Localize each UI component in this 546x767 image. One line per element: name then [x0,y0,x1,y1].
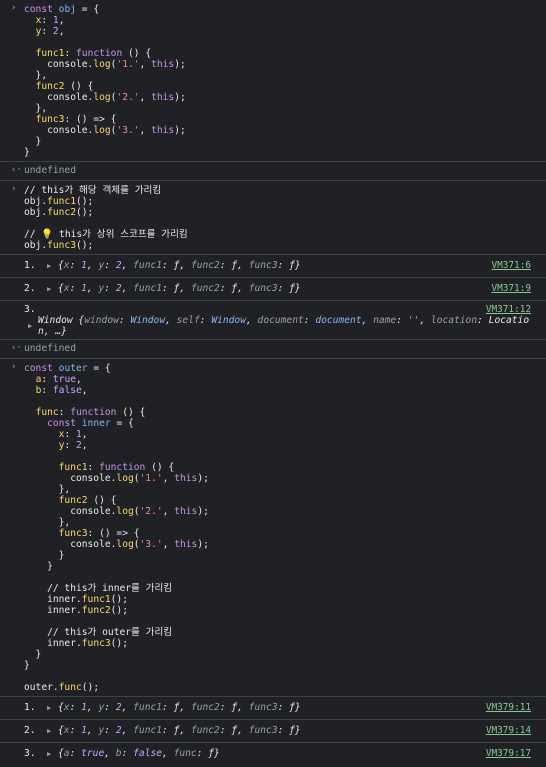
code-line: } [24,136,42,147]
code-line: // this가 outer를 가리킴 [24,627,173,638]
code-line: x: 1, [58,429,88,440]
console-log-entry[interactable]: 1. ▶ {x: 1, y: 2, func1: ƒ, func2: ƒ, fu… [0,255,546,278]
code-line: console.log('1.', this); [24,473,209,484]
log-object-preview[interactable]: {x: 1, y: 2, func1: ƒ, func2: ƒ, func3: … [58,697,301,719]
prompt-chevron-icon: › [11,3,17,13]
code-line: func1: function () { [35,48,152,59]
source-link[interactable]: VM371:12 [486,304,531,315]
code-line: }, [24,70,48,81]
devtools-console: › const obj = { x: 1, y: 2, func1: funct… [0,0,546,767]
log-label: 3. [24,304,36,315]
code-line: func1: function () { [58,462,175,473]
log-object-preview[interactable]: {x: 1, y: 2, func1: ƒ, func2: ƒ, func3: … [58,278,301,300]
code-line: const obj = { [24,4,100,15]
code-block-obj-definition[interactable]: const obj = { x: 1, y: 2, func1: functio… [24,4,546,158]
expand-triangle-icon[interactable]: ▶ [47,743,51,765]
log-label: 3. [24,748,36,759]
console-result-entry: ‹· undefined [0,340,546,359]
code-line: func: function () { [35,407,146,418]
code-line: const inner = { [47,418,134,429]
code-line: } [24,147,30,158]
code-line: outer.func(); [24,682,100,693]
code-block-obj-calls[interactable]: // this가 해당 객체를 가리킴 obj.func1(); obj.func2… [24,185,546,251]
prompt-chevron-icon: › [11,184,17,194]
source-link[interactable]: VM379:14 [486,720,531,742]
log-label: 1. [24,260,36,271]
code-line: obj.func3(); [24,240,94,251]
console-result-entry: ‹· undefined [0,162,546,181]
code-line: } [24,649,42,660]
console-log-entry[interactable]: 1. ▶ {x: 1, y: 2, func1: ƒ, func2: ƒ, fu… [0,697,546,720]
console-log-entry[interactable]: 3. ▶ {a: true, b: false, func: ƒ} VM379:… [0,743,546,765]
code-line: }, [24,103,48,114]
return-arrow-icon: ‹· [11,165,22,175]
code-line: y: 2, [58,440,88,451]
log-label: 1. [24,702,36,713]
code-line: a: true, [35,374,82,385]
expand-triangle-icon[interactable]: ▶ [47,720,51,742]
code-line: obj.func2(); [24,207,94,218]
code-line: obj.func1(); [24,196,94,207]
code-line: } [24,660,30,671]
code-line: x: 1, [35,15,65,26]
log-object-preview[interactable]: {x: 1, y: 2, func1: ƒ, func2: ƒ, func3: … [58,255,301,277]
expand-triangle-icon[interactable]: ▶ [47,697,51,719]
console-input-entry[interactable]: › // this가 해당 객체를 가리킴 obj.func1(); obj.fun… [0,181,546,255]
source-link[interactable]: VM371:6 [491,255,531,277]
code-line: console.log('3.', this); [24,125,186,136]
code-line: }, [24,517,71,528]
code-line: // this가 inner를 가리킴 [24,583,173,594]
return-arrow-icon: ‹· [11,343,22,353]
code-line: }, [24,484,71,495]
code-line: const outer = { [24,363,111,374]
console-input-entry[interactable]: › const obj = { x: 1, y: 2, func1: funct… [0,0,546,162]
source-link[interactable]: VM379:17 [486,743,531,765]
code-line: func2 () { [58,495,117,506]
code-line: console.log('2.', this); [24,92,186,103]
console-input-entry[interactable]: › const outer = { a: true, b: false, fun… [0,359,546,697]
log-object-preview[interactable]: {x: 1, y: 2, func1: ƒ, func2: ƒ, func3: … [58,720,301,742]
source-link[interactable]: VM379:11 [486,697,531,719]
code-line: // this가 해당 객체를 가리킴 [24,185,162,196]
expand-triangle-icon[interactable]: ▶ [28,322,32,330]
code-line: console.log('3.', this); [24,539,209,550]
code-line: } [24,561,53,572]
code-block-outer-definition[interactable]: const outer = { a: true, b: false, func:… [24,363,546,693]
code-line: func3: () => { [58,528,140,539]
console-log-entry[interactable]: 2. ▶ {x: 1, y: 2, func1: ƒ, func2: ƒ, fu… [0,278,546,301]
return-value-undefined: undefined [24,165,76,176]
code-line: inner.func2(); [24,605,128,616]
return-value-undefined: undefined [24,343,76,354]
source-link[interactable]: VM371:9 [491,278,531,300]
code-line: func3: () => { [35,114,117,125]
prompt-chevron-icon: › [11,362,17,372]
code-line: console.log('2.', this); [24,506,209,517]
code-line: inner.func1(); [24,594,128,605]
log-label: 2. [24,725,36,736]
code-line: } [24,550,65,561]
console-log-entry[interactable]: 2. ▶ {x: 1, y: 2, func1: ƒ, func2: ƒ, fu… [0,720,546,743]
console-log-entry[interactable]: 3. VM371:12 ▶ Window {window: Window, se… [0,301,546,340]
window-object-preview[interactable]: Window {window: Window, self: Window, do… [38,315,532,337]
code-line: console.log('1.', this); [24,59,186,70]
expand-triangle-icon[interactable]: ▶ [47,278,51,300]
expand-triangle-icon[interactable]: ▶ [47,255,51,277]
code-line: func2 () { [35,81,94,92]
code-line: b: false, [35,385,88,396]
log-label: 2. [24,283,36,294]
code-line: inner.func3(); [24,638,128,649]
log-object-preview[interactable]: {a: true, b: false, func: ƒ} [58,743,220,765]
code-line: // 💡 this가 상위 스코프를 가리킴 [24,229,188,240]
code-line: y: 2, [35,26,65,37]
